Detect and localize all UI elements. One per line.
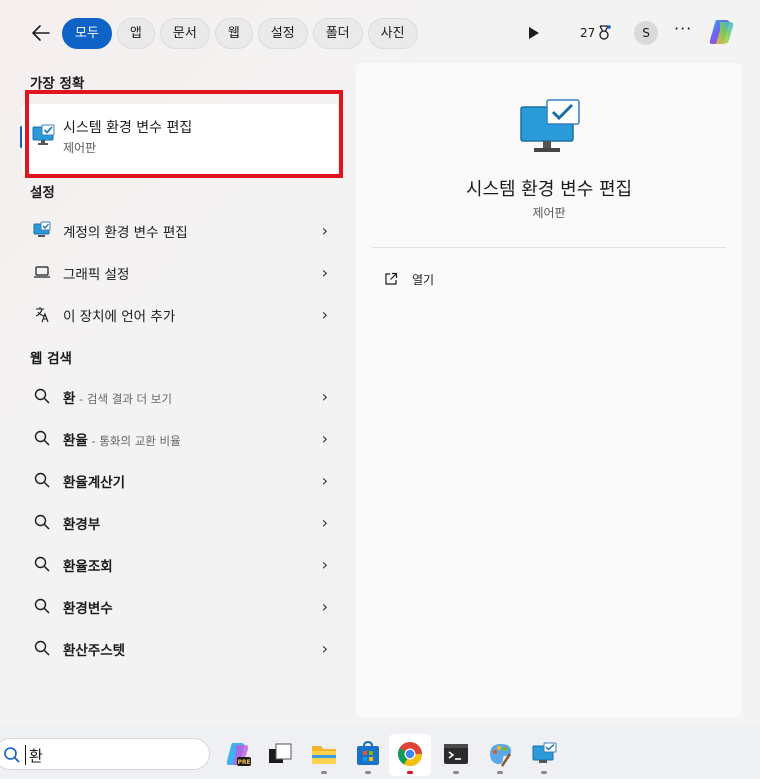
paint-icon[interactable]: [486, 740, 514, 768]
filter-folders[interactable]: 폴더: [312, 18, 363, 49]
chevron-right-icon: ›: [321, 513, 328, 532]
copilot-pre-icon[interactable]: PRE: [224, 740, 252, 768]
web-item-label: 환율조회: [63, 555, 113, 575]
open-action-label: 열기: [412, 272, 435, 287]
taskbar-search-box[interactable]: 환: [0, 738, 210, 770]
chevron-right-icon: ›: [321, 305, 328, 324]
web-item-query: 환경변수: [63, 601, 113, 617]
settings-item-add-language[interactable]: 이 장치에 언어 추가 ›: [22, 296, 338, 332]
preview-divider: [372, 247, 726, 248]
web-item[interactable]: 환경부 ›: [22, 504, 338, 540]
search-icon: [34, 514, 50, 530]
laptop-icon: [34, 266, 50, 278]
web-search-header: 웹 검색: [30, 351, 72, 367]
web-item[interactable]: 환율조회 ›: [22, 546, 338, 582]
web-item-label: 환율 - 통화의 교환 비율: [63, 429, 181, 449]
highlight-annotation-box: [25, 90, 343, 178]
chevron-right-icon: ›: [321, 429, 328, 448]
preview-subtitle: 제어판: [532, 206, 566, 220]
search-icon: [34, 598, 50, 614]
settings-item-label: 계정의 환경 변수 편집: [63, 225, 188, 241]
web-item-query: 환율계산기: [63, 475, 126, 491]
settings-item-label: 이 장치에 언어 추가: [63, 309, 176, 325]
chevron-right-icon: ›: [321, 597, 328, 616]
chevron-right-icon: ›: [321, 387, 328, 406]
web-item-query: 환율조회: [63, 559, 113, 575]
task-view-icon[interactable]: [266, 740, 294, 768]
running-indicator: [321, 771, 327, 774]
best-match-header: 가장 정확: [30, 76, 85, 92]
preview-pane: 시스템 환경 변수 편집 제어판 열기: [356, 63, 742, 717]
filter-apps[interactable]: 앱: [116, 18, 155, 49]
language-icon: [35, 307, 49, 323]
top-bar: 모두 앱 문서 웹 설정 폴더 사진 27 S ···: [0, 12, 760, 54]
open-external-icon: [385, 272, 398, 285]
settings-item-label: 그래픽 설정: [63, 267, 130, 283]
search-icon: [34, 388, 50, 404]
search-icon: [34, 640, 50, 656]
web-item-query: 환율: [63, 433, 88, 449]
chevron-right-icon: ›: [321, 221, 328, 240]
web-item[interactable]: 환율계산기 ›: [22, 462, 338, 498]
copilot-icon[interactable]: [706, 16, 738, 48]
filter-settings[interactable]: 설정: [257, 18, 308, 49]
running-indicator: [453, 771, 459, 774]
rewards-points-value: 27: [580, 26, 596, 40]
search-icon: [34, 472, 50, 488]
chevron-right-icon: ›: [321, 639, 328, 658]
filter-chips: 모두 앱 문서 웹 설정 폴더 사진: [62, 18, 418, 49]
web-item-label: 환산주스텟: [63, 639, 125, 659]
web-item-query: 환: [63, 391, 76, 407]
chevron-right-icon: ›: [321, 471, 328, 490]
back-arrow-icon[interactable]: [28, 20, 54, 46]
account-avatar[interactable]: S: [634, 21, 658, 45]
remote-desktop-icon[interactable]: [530, 740, 558, 768]
svg-text:PRE: PRE: [237, 759, 250, 766]
open-action[interactable]: 열기: [384, 268, 434, 290]
search-input-value[interactable]: 환: [29, 745, 43, 766]
web-item-label: 환율계산기: [63, 471, 125, 491]
settings-header: 설정: [30, 185, 55, 201]
web-item-query: 환경부: [63, 517, 101, 533]
web-item-description: - 통화의 교환 비율: [87, 434, 181, 448]
medal-icon: [599, 25, 612, 40]
system-env-icon: [33, 221, 51, 237]
web-item-query: 환산주스텟: [63, 643, 126, 659]
play-more-filters-icon[interactable]: [529, 27, 539, 39]
chrome-icon[interactable]: [396, 740, 424, 768]
text-caret: [25, 745, 26, 765]
filter-web[interactable]: 웹: [214, 18, 253, 49]
settings-item-graphics[interactable]: 그래픽 설정 ›: [22, 254, 338, 290]
preview-title: 시스템 환경 변수 편집: [465, 179, 633, 200]
web-item[interactable]: 환산주스텟 ›: [22, 630, 338, 666]
microsoft-store-icon[interactable]: [354, 740, 382, 768]
web-item-label: 환 - 검색 결과 더 보기: [63, 387, 172, 407]
filter-all[interactable]: 모두: [62, 18, 112, 49]
search-icon: [34, 556, 50, 572]
search-icon: [34, 430, 50, 446]
web-item-description: - 검색 결과 더 보기: [75, 392, 172, 406]
web-item-label: 환경변수: [63, 597, 113, 617]
running-indicator: [407, 771, 413, 774]
search-icon: [4, 747, 20, 763]
system-env-large-icon: [520, 99, 580, 152]
web-item[interactable]: 환경변수 ›: [22, 588, 338, 624]
web-item-label: 환경부: [63, 513, 100, 533]
running-indicator: [497, 771, 503, 774]
chevron-right-icon: ›: [321, 555, 328, 574]
settings-item-account-env[interactable]: 계정의 환경 변수 편집 ›: [22, 212, 338, 248]
taskbar: 환 PRE: [0, 726, 760, 779]
filter-photos[interactable]: 사진: [367, 18, 418, 49]
rewards-points[interactable]: 27: [580, 25, 612, 41]
chevron-right-icon: ›: [321, 263, 328, 282]
file-explorer-icon[interactable]: [310, 740, 338, 768]
start-search-panel: 모두 앱 문서 웹 설정 폴더 사진 27 S ··· 가장 정확 시스템 환경…: [0, 0, 760, 717]
filter-documents[interactable]: 문서: [159, 18, 210, 49]
running-indicator: [365, 771, 371, 774]
web-item[interactable]: 환 - 검색 결과 더 보기 ›: [22, 378, 338, 414]
terminal-icon[interactable]: [442, 740, 470, 768]
more-options-icon[interactable]: ···: [674, 19, 692, 38]
running-indicator: [541, 771, 547, 774]
web-item[interactable]: 환율 - 통화의 교환 비율 ›: [22, 420, 338, 456]
